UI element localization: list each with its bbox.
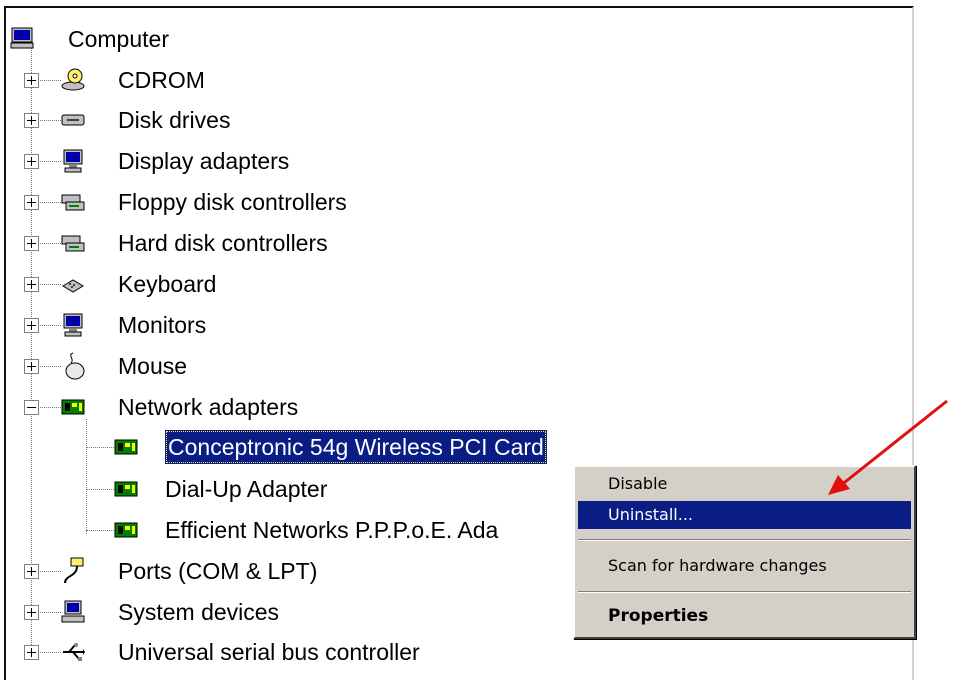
floppy-controller-icon — [61, 194, 85, 211]
menu-item-uninstall[interactable]: Uninstall... — [578, 501, 911, 529]
expand-button[interactable] — [24, 73, 39, 88]
tree-connector-line — [86, 447, 114, 448]
tree-item-label: Conceptronic 54g Wireless PCI Card — [165, 430, 547, 464]
menu-item-properties[interactable]: Properties — [578, 602, 911, 630]
mouse-icon — [65, 352, 85, 380]
expand-button[interactable] — [24, 645, 39, 660]
tree-item-label: Universal serial bus controller — [118, 639, 420, 665]
tree-root-label: Computer — [68, 26, 169, 52]
tree-item-label: Floppy disk controllers — [118, 189, 347, 215]
tree-item-label: Ports (COM & LPT) — [118, 558, 318, 584]
expand-button[interactable] — [24, 359, 39, 374]
hard-disk-controller-icon — [61, 235, 85, 252]
tree-item-label: Disk drives — [118, 107, 231, 133]
network-card-icon — [114, 481, 138, 497]
keyboard-icon — [62, 279, 84, 293]
menu-separator — [578, 591, 911, 593]
menu-separator — [578, 539, 911, 541]
disk-drive-icon — [61, 114, 85, 126]
menu-item-scan-hardware[interactable]: Scan for hardware changes — [578, 552, 911, 580]
tree-item-label: Network adapters — [118, 394, 299, 420]
expand-button[interactable] — [24, 236, 39, 251]
usb-icon — [63, 643, 85, 661]
tree-item-label: Monitors — [118, 312, 207, 338]
system-devices-icon — [61, 600, 85, 623]
tree-item-label: Mouse — [118, 353, 188, 379]
monitor-icon — [63, 313, 83, 337]
port-icon — [64, 557, 84, 584]
expand-button[interactable] — [24, 605, 39, 620]
tree-connector-line — [86, 530, 114, 531]
tree-item-label: System devices — [118, 599, 280, 625]
expand-button[interactable] — [24, 195, 39, 210]
expand-button[interactable] — [24, 564, 39, 579]
expand-button[interactable] — [24, 154, 39, 169]
tree-connector-line — [86, 489, 114, 490]
cdrom-icon — [61, 68, 85, 91]
tree-item-label: Display adapters — [118, 148, 290, 174]
tree-item-label: Efficient Networks P.P.P.o.E. Ada — [165, 517, 499, 543]
annotation-arrow-icon — [828, 399, 948, 495]
expand-button[interactable] — [24, 318, 39, 333]
tree-connector-line — [31, 46, 32, 649]
tree-item-label: Hard disk controllers — [118, 230, 328, 256]
expand-button[interactable] — [24, 113, 39, 128]
computer-icon — [10, 27, 34, 49]
expand-button[interactable] — [24, 277, 39, 292]
display-adapter-icon — [63, 149, 83, 173]
tree-connector-line — [86, 419, 87, 534]
collapse-button[interactable] — [24, 400, 39, 415]
tree-item-label: Dial-Up Adapter — [165, 476, 328, 502]
network-adapter-icon — [61, 399, 85, 415]
tree-item-label: CDROM — [118, 67, 205, 93]
network-card-icon — [114, 522, 138, 538]
tree-item-label: Keyboard — [118, 271, 217, 297]
network-card-icon — [114, 439, 138, 455]
